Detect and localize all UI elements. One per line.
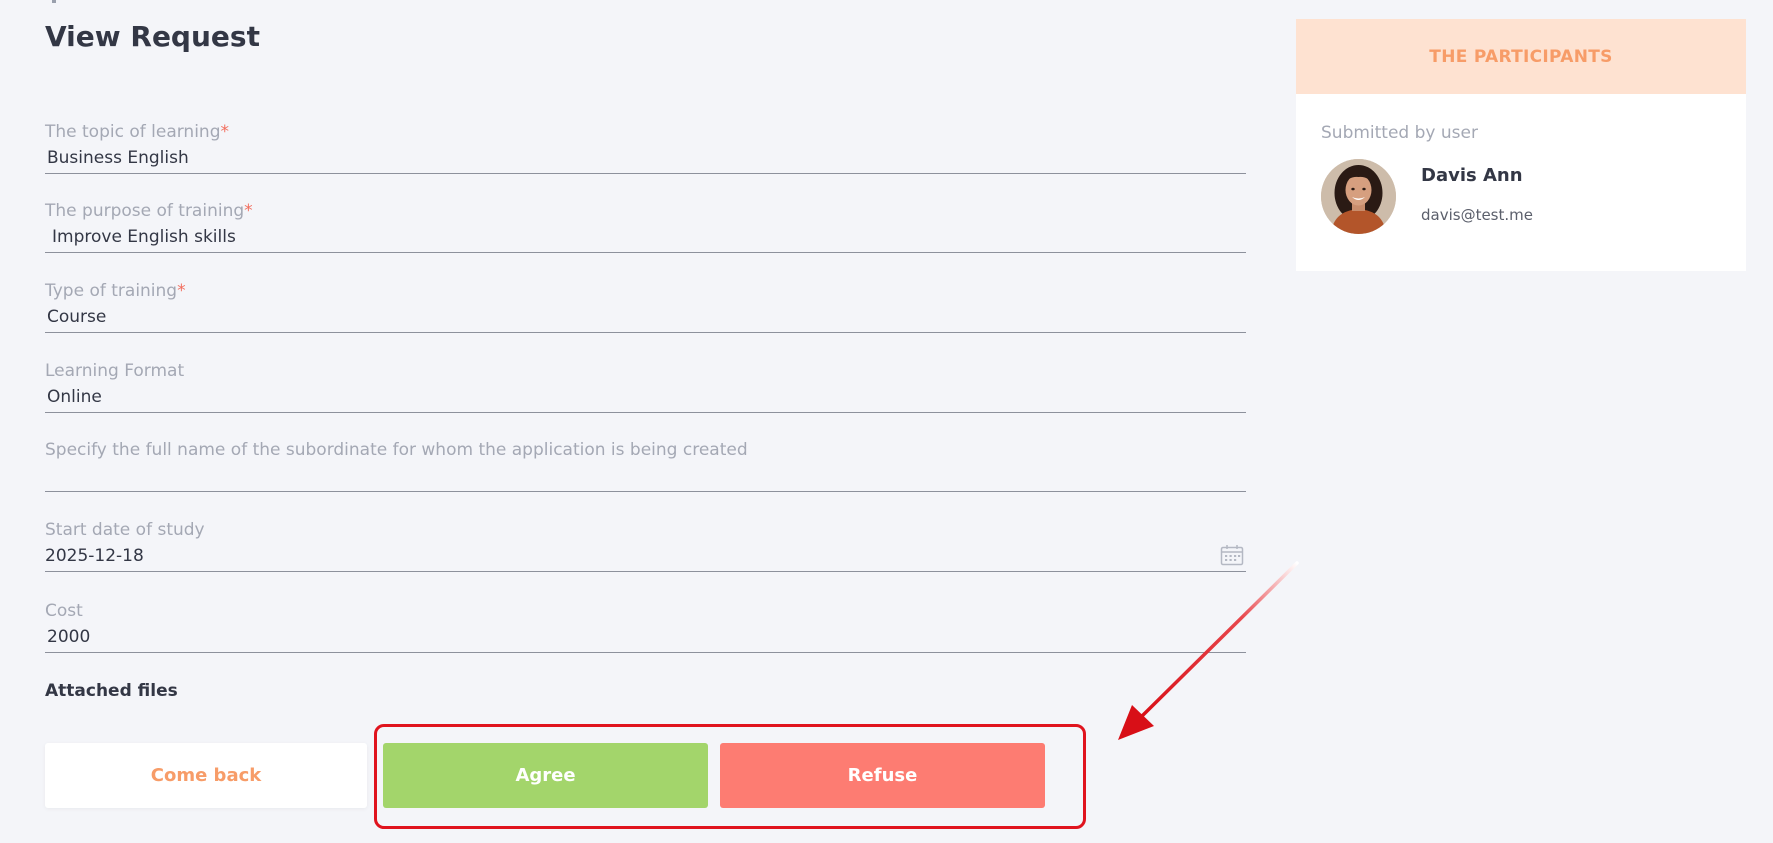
calendar-icon[interactable] [1220, 544, 1244, 566]
refuse-button[interactable]: Refuse [720, 743, 1045, 808]
learning-format-label: Learning Format [45, 361, 185, 381]
submitted-by-label: Submitted by user [1321, 123, 1478, 143]
breadcrumb-fragment [52, 0, 56, 3]
participant-name: Davis Ann [1421, 165, 1523, 186]
participants-panel: THE PARTICIPANTS Submitted by user Davis… [1296, 19, 1746, 271]
start-date-label: Start date of study [45, 520, 205, 540]
cost-field[interactable]: Cost 2000 [45, 601, 1246, 681]
subordinate-name-label: Specify the full name of the subordinate… [45, 440, 748, 460]
participant-email: davis@test.me [1421, 206, 1533, 224]
page-title: View Request [45, 20, 260, 53]
learning-format-value: Online [47, 387, 102, 407]
view-request-page: View Request The topic of learning* Busi… [0, 0, 1773, 843]
purpose-field[interactable]: The purpose of training* Improve English… [45, 201, 1246, 281]
training-type-value: Course [47, 307, 107, 327]
purpose-value: Improve English skills [52, 227, 236, 247]
training-type-label: Type of training* [45, 281, 186, 301]
required-mark: * [244, 201, 253, 221]
purpose-label: The purpose of training* [45, 201, 253, 221]
learning-format-field[interactable]: Learning Format Online [45, 361, 1246, 441]
participants-header: THE PARTICIPANTS [1296, 19, 1746, 94]
avatar[interactable] [1321, 159, 1396, 234]
avatar-photo [1321, 159, 1396, 234]
training-type-field[interactable]: Type of training* Course [45, 281, 1246, 361]
topic-label: The topic of learning* [45, 122, 229, 142]
field-underline [45, 571, 1246, 572]
cost-value: 2000 [47, 627, 91, 647]
field-underline [45, 491, 1246, 492]
come-back-button[interactable]: Come back [45, 743, 367, 808]
cost-label: Cost [45, 601, 83, 621]
required-mark: * [220, 122, 230, 142]
field-underline [45, 332, 1246, 333]
field-underline [45, 173, 1246, 174]
start-date-field[interactable]: Start date of study 2025-12-18 [45, 520, 1246, 600]
topic-value: Business English [47, 148, 189, 168]
field-underline [45, 252, 1246, 253]
attached-files-heading: Attached files [45, 681, 178, 701]
topic-field[interactable]: The topic of learning* Business English [45, 122, 1246, 202]
field-underline [45, 412, 1246, 413]
agree-button[interactable]: Agree [383, 743, 708, 808]
subordinate-name-field[interactable]: Specify the full name of the subordinate… [45, 440, 1246, 520]
start-date-value: 2025-12-18 [45, 546, 144, 566]
field-underline [45, 652, 1246, 653]
required-mark: * [177, 281, 186, 301]
